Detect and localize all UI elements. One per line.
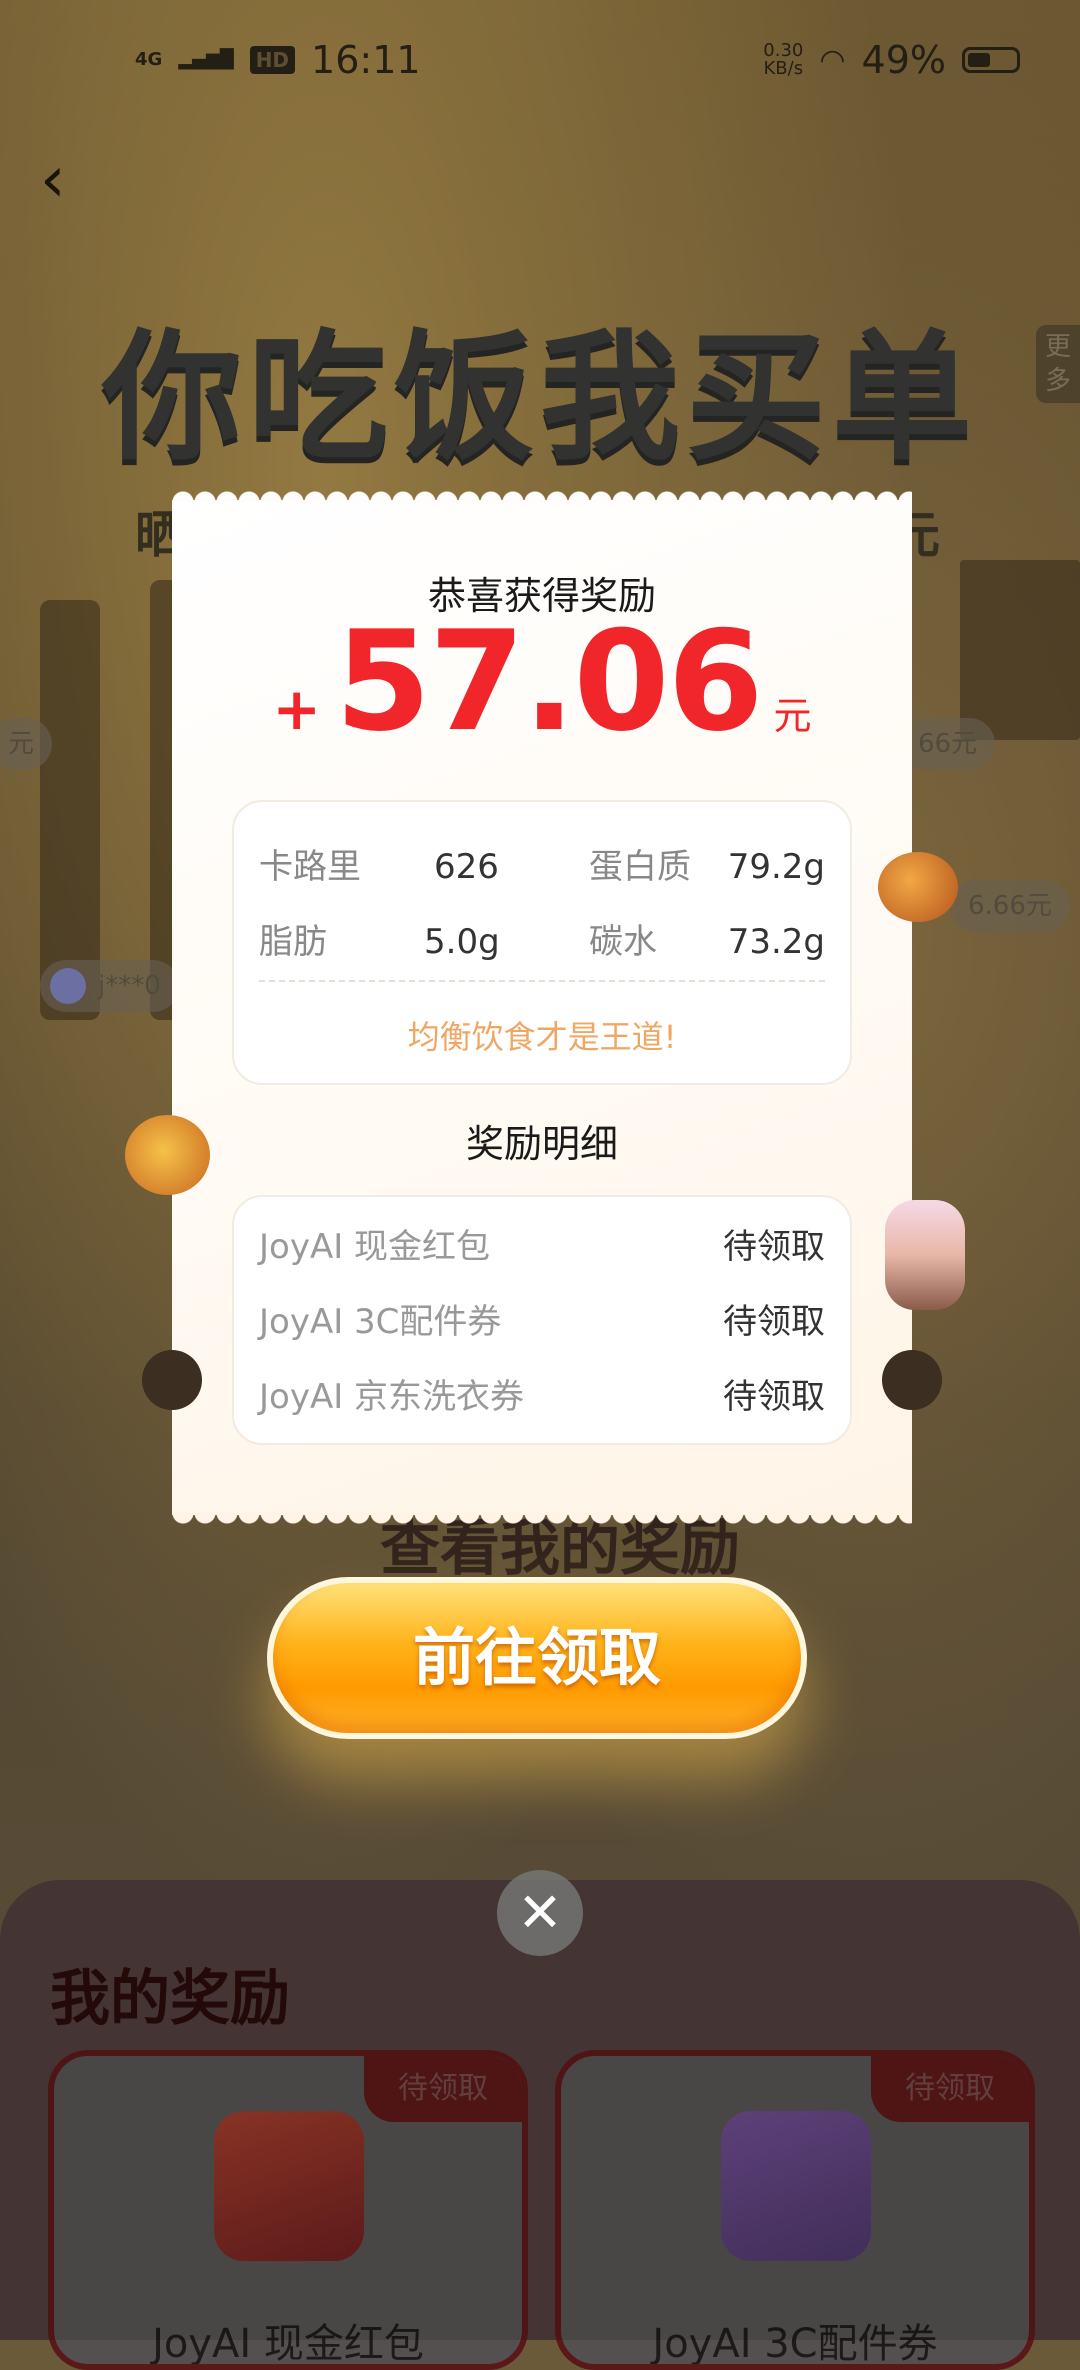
carb-value: 73.2g (727, 922, 825, 962)
amount-unit: 元 (773, 694, 812, 738)
reward-status: 待领取 (723, 1302, 825, 1342)
calorie-value: 626 (434, 847, 499, 887)
fat-value: 5.0g (424, 922, 500, 962)
nutrition-row: 脂肪 5.0g 碳水 73.2g (259, 912, 825, 972)
amount-value: 57.06 (335, 601, 764, 762)
diet-tip: 均衡饮食才是王道! (407, 1018, 677, 1056)
list-item: JoyAI 3C配件券 待领取 (259, 1292, 825, 1352)
bubble-tea-icon (885, 1200, 965, 1310)
reward-name: JoyAI 现金红包 (259, 1227, 491, 1267)
carb-label: 碳水 (589, 922, 657, 962)
reward-status: 待领取 (723, 1377, 825, 1417)
ticket-notch (882, 1350, 942, 1410)
calorie-label: 卡路里 (259, 847, 361, 887)
protein-value: 79.2g (727, 847, 825, 887)
list-item: JoyAI 京东洗衣券 待领取 (259, 1367, 825, 1427)
reward-amount: + 57.06 元 (172, 612, 912, 752)
reward-detail-title: 奖励明细 (465, 1122, 618, 1166)
reward-name: JoyAI 京东洗衣券 (259, 1377, 525, 1417)
reward-name: JoyAI 3C配件券 (259, 1302, 502, 1342)
amount-prefix: + (272, 675, 322, 743)
nutrition-row: 卡路里 626 蛋白质 79.2g (259, 837, 825, 897)
close-button[interactable]: ✕ (497, 1870, 583, 1956)
list-item: JoyAI 现金红包 待领取 (259, 1217, 825, 1277)
fried-chicken-icon (878, 852, 958, 922)
taco-icon (125, 1115, 210, 1195)
reward-detail-list: JoyAI 现金红包 待领取 JoyAI 3C配件券 待领取 JoyAI 京东洗… (232, 1195, 852, 1445)
dashed-divider (259, 980, 825, 982)
nutrition-panel: 卡路里 626 蛋白质 79.2g 脂肪 5.0g 碳水 73.2g 均衡饮食才… (232, 800, 852, 1085)
reward-modal: 恭喜获得奖励 + 57.06 元 卡路里 626 蛋白质 79.2g 脂肪 5.… (172, 486, 912, 1529)
claim-button[interactable]: 前往领取 (267, 1577, 807, 1739)
fat-label: 脂肪 (259, 922, 327, 962)
close-icon: ✕ (517, 1881, 563, 1944)
reward-status: 待领取 (723, 1227, 825, 1267)
ticket-notch (142, 1350, 202, 1410)
protein-label: 蛋白质 (589, 847, 691, 887)
